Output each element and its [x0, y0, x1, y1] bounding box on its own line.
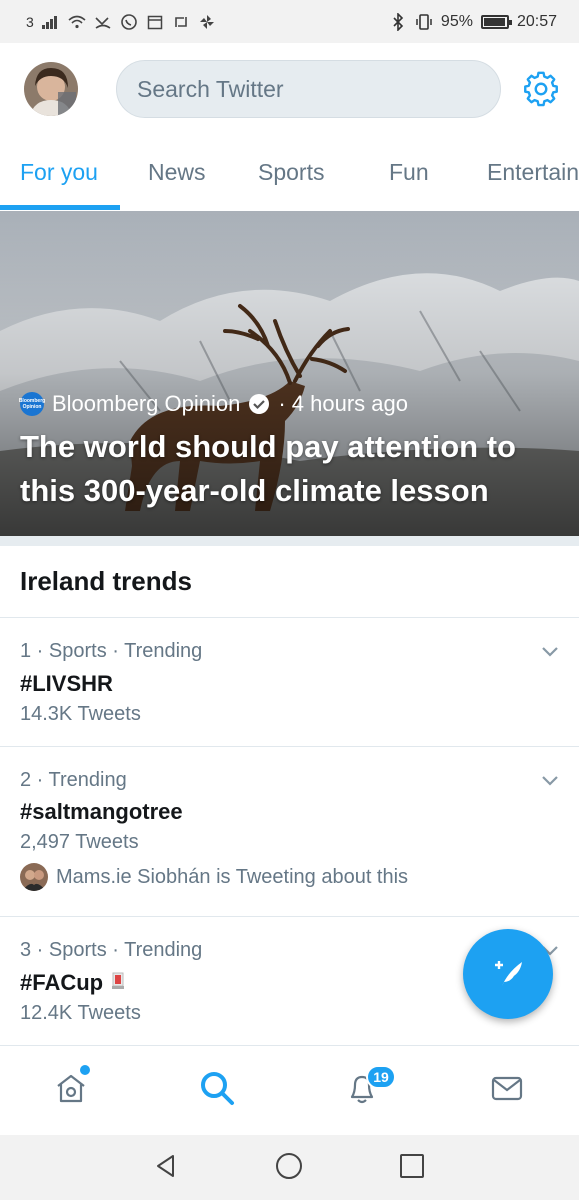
- top-header: [0, 43, 579, 135]
- chevron-down-icon[interactable]: [539, 769, 561, 791]
- profile-avatar[interactable]: [24, 62, 78, 116]
- home-tab[interactable]: [51, 1070, 91, 1110]
- explore-tabs: For you News Sports Fun Entertain: [0, 135, 579, 211]
- trend-hashtag-text: #FACup: [20, 970, 104, 995]
- tab-sports[interactable]: Sports: [258, 159, 324, 186]
- section-separator: [0, 536, 579, 546]
- wifi-icon: [68, 13, 86, 31]
- messages-tab[interactable]: [487, 1070, 527, 1110]
- trend-meta: 2 · Trending: [20, 769, 127, 791]
- battery-icon: [480, 14, 512, 29]
- trend-item[interactable]: 1 · Sports · Trending #LIVSHR 14.3K Twee…: [0, 618, 579, 746]
- circle-home-icon: [275, 1152, 303, 1185]
- home-icon: [53, 1070, 89, 1111]
- bottom-navigation: 19: [0, 1045, 579, 1135]
- context-avatar: [20, 863, 48, 891]
- trend-hashtag-text: #saltmangotree: [20, 799, 183, 824]
- carrier-label: 3: [26, 13, 34, 30]
- trends-title: Ireland trends: [20, 566, 192, 596]
- trend-hashtag[interactable]: #FACup: [20, 970, 125, 996]
- status-bar: 3 95% 20:57: [0, 0, 579, 43]
- battery-percent: 95%: [440, 12, 473, 30]
- recents-icon: [399, 1153, 425, 1184]
- retweet-icon: [172, 13, 190, 31]
- recents-button[interactable]: [397, 1153, 427, 1183]
- hero-headline: The world should pay attention to this 3…: [20, 429, 516, 508]
- tab-news[interactable]: News: [148, 159, 206, 186]
- back-icon: [153, 1153, 179, 1184]
- gear-icon[interactable]: [523, 71, 559, 107]
- compose-tweet-button[interactable]: [463, 929, 553, 1019]
- compose-tweet-icon: [486, 950, 530, 999]
- fa-cup-trophy-icon: [111, 970, 125, 996]
- home-new-indicator: [80, 1065, 90, 1075]
- search-tab[interactable]: [197, 1070, 237, 1110]
- search-input[interactable]: [137, 75, 480, 103]
- trend-meta: 3 · Sports · Trending: [20, 939, 203, 961]
- trend-count: 2,497 Tweets: [20, 831, 139, 853]
- signal-icon: [41, 13, 60, 31]
- search-icon: [198, 1069, 236, 1112]
- status-bar-left: 3: [26, 13, 216, 31]
- battery-fill: [483, 17, 505, 26]
- trend-count: 14.3K Tweets: [20, 703, 141, 725]
- trend-count: 12.4K Tweets: [20, 1002, 141, 1024]
- trend-hashtag[interactable]: #saltmangotree: [20, 799, 183, 825]
- vibrate-icon: [415, 13, 433, 31]
- trend-hashtag[interactable]: #LIVSHR: [20, 671, 113, 697]
- android-navigation-bar: [0, 1135, 579, 1200]
- hero-meta: Bloomberg Opinion Bloomberg Opinion · 4 …: [19, 391, 408, 417]
- back-button[interactable]: [151, 1153, 181, 1183]
- trend-context-text: Mams.ie Siobhán is Tweeting about this: [56, 865, 409, 888]
- messages-icon: [489, 1070, 525, 1111]
- tab-entertainment[interactable]: Entertain: [487, 159, 579, 186]
- hero-time: · 4 hours ago: [278, 391, 408, 416]
- verified-badge-icon: [248, 393, 270, 415]
- bluetooth-icon: [389, 12, 407, 31]
- bloomberg-logo: Bloomberg Opinion: [19, 392, 45, 416]
- clock: 20:57: [516, 12, 557, 30]
- tab-fun[interactable]: Fun: [389, 159, 429, 186]
- missed-call-icon: [94, 13, 112, 31]
- home-button[interactable]: [274, 1152, 304, 1185]
- trend-item[interactable]: 2 · Trending #saltmangotree 2,497 Tweets…: [0, 747, 579, 916]
- trend-meta: 1 · Sports · Trending: [20, 640, 203, 662]
- active-tab-indicator: [0, 205, 120, 210]
- status-bar-right: 95% 20:57: [389, 12, 557, 31]
- trend-context: Mams.ie Siobhán is Tweeting about this: [20, 863, 408, 891]
- search-bar[interactable]: [116, 60, 501, 118]
- hero-source: Bloomberg Opinion: [52, 391, 241, 416]
- hero-story[interactable]: Bloomberg Opinion Bloomberg Opinion · 4 …: [0, 211, 579, 536]
- whatsapp-icon: [120, 13, 138, 31]
- trend-hashtag-text: #LIVSHR: [20, 671, 113, 696]
- chevron-down-icon[interactable]: [539, 640, 561, 662]
- pinwheel-icon: [198, 13, 216, 31]
- notifications-badge: 19: [366, 1065, 396, 1089]
- calendar-icon: [146, 13, 164, 31]
- tab-for-you[interactable]: For you: [20, 159, 98, 186]
